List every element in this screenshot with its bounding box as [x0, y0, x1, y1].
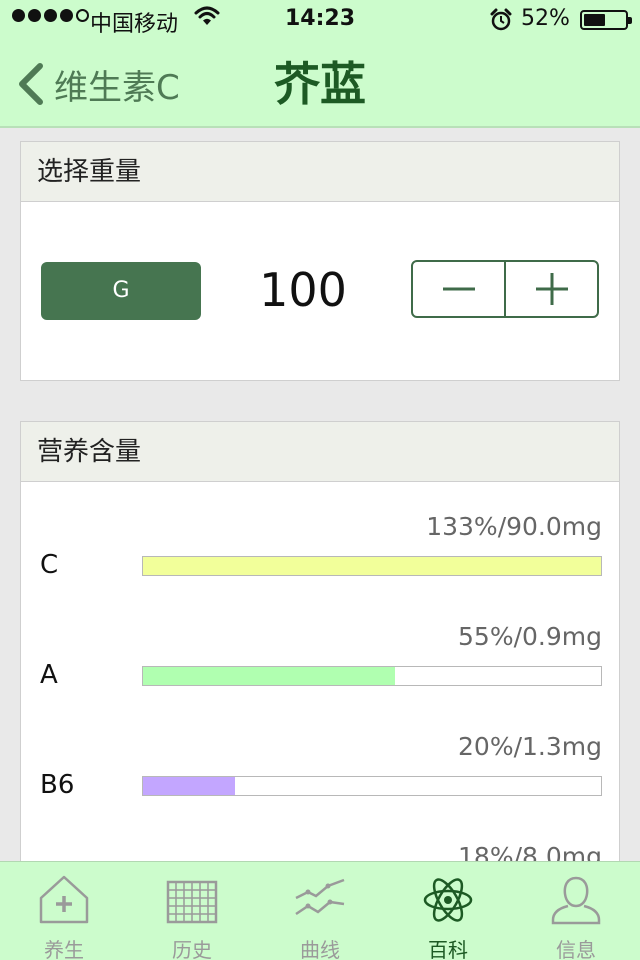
weight-stepper — [411, 260, 599, 318]
nutrient-bar — [143, 777, 235, 795]
battery-icon — [580, 10, 632, 30]
nutrient-row: C 133%/90.0mg — [21, 512, 619, 592]
nutrient-value: 133%/90.0mg — [426, 512, 602, 541]
nutrient-name: C — [40, 550, 59, 580]
minus-icon — [443, 287, 475, 291]
tab-label: 曲线 — [300, 938, 340, 960]
calendar-grid-icon — [166, 880, 218, 924]
nutrient-value: 55%/0.9mg — [458, 622, 602, 651]
home-plus-icon — [39, 875, 89, 924]
tab-info[interactable]: 信息 — [512, 862, 640, 960]
nutrient-row: B6 20%/1.3mg — [21, 732, 619, 812]
nutrient-bar — [143, 557, 601, 575]
nutrient-bar-track — [142, 666, 602, 686]
nutrient-bar-track — [142, 776, 602, 796]
tab-history[interactable]: 历史 — [128, 862, 256, 960]
unit-button[interactable]: G — [41, 262, 201, 320]
nutrient-name: B6 — [40, 770, 75, 800]
person-icon — [551, 876, 601, 925]
decrement-button[interactable] — [413, 262, 504, 316]
status-bar: 中国移动 14:23 52% — [0, 0, 640, 40]
atom-icon — [423, 878, 473, 922]
line-chart-icon — [295, 878, 345, 916]
nutrient-value: 20%/1.3mg — [458, 732, 602, 761]
alarm-clock-icon — [490, 8, 512, 31]
weight-value: 100 — [259, 263, 347, 317]
tab-label: 养生 — [44, 938, 84, 960]
weight-selector-card: 选择重量 G 100 — [20, 141, 620, 381]
nutrient-row: A 55%/0.9mg — [21, 622, 619, 702]
tab-label: 历史 — [172, 938, 212, 960]
nutrition-section-heading: 营养含量 — [21, 422, 619, 482]
nutrient-bar — [143, 667, 395, 685]
plus-icon — [536, 273, 568, 305]
battery-percent: 52% — [521, 6, 570, 31]
increment-button[interactable] — [504, 262, 597, 316]
tab-health[interactable]: 养生 — [0, 862, 128, 960]
tab-label: 百科 — [428, 938, 468, 960]
weight-section-heading: 选择重量 — [21, 142, 619, 202]
nutrient-name: A — [40, 660, 58, 690]
page-title: 芥蓝 — [274, 57, 366, 111]
top-bar: 中国移动 14:23 52% 维生素C 芥蓝 — [0, 0, 640, 128]
nutrient-bar-track — [142, 556, 602, 576]
tab-curve[interactable]: 曲线 — [256, 862, 384, 960]
tab-label: 信息 — [556, 938, 596, 960]
tab-encyclopedia[interactable]: 百科 — [384, 862, 512, 960]
tab-bar: 养生 历史 曲线 百科 信息 — [0, 861, 640, 960]
nutrition-card: 营养含量 C 133%/90.0mg A 55%/0.9mg B6 20%/1.… — [20, 421, 620, 881]
